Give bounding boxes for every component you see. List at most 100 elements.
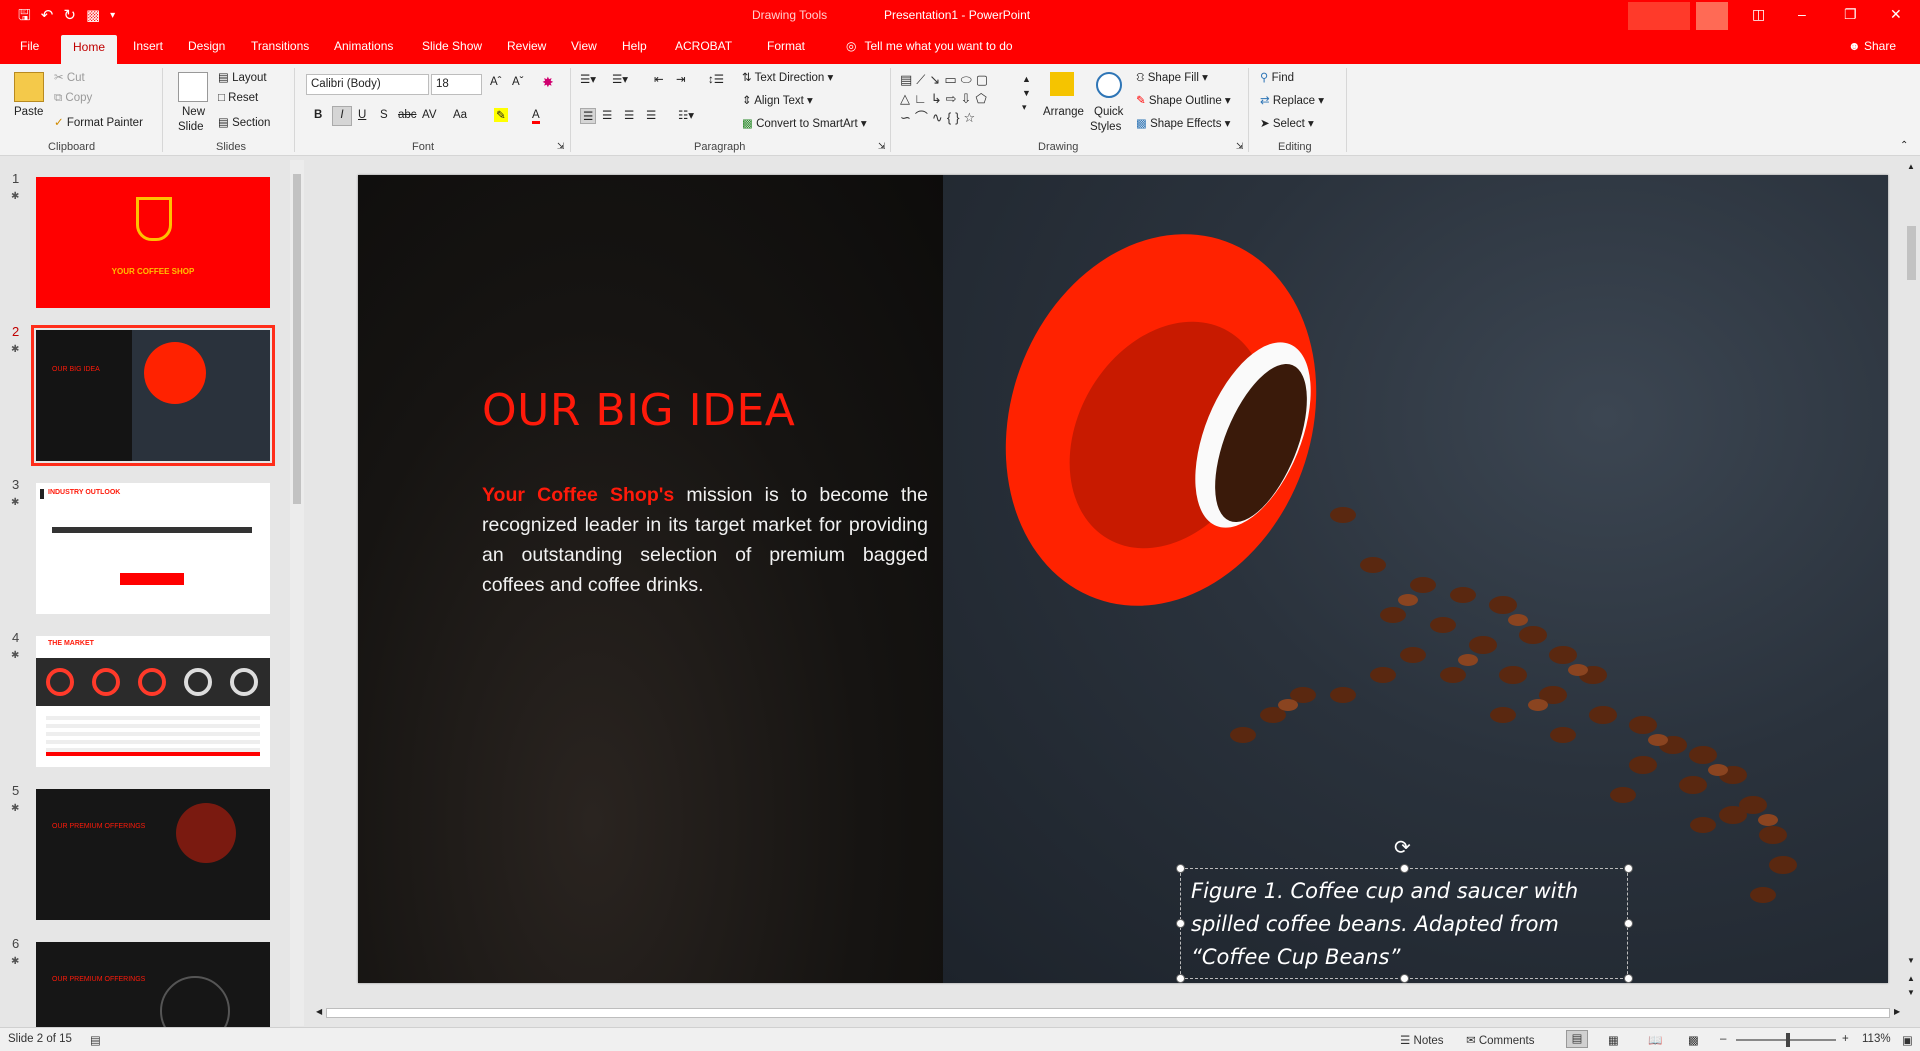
zoom-level[interactable]: 113%: [1862, 1033, 1891, 1045]
font-dialog-launcher-icon[interactable]: ⇲: [557, 141, 565, 152]
new-slide-icon[interactable]: [178, 72, 208, 102]
thumbnails-scrollbar[interactable]: [290, 160, 304, 1026]
underline-button[interactable]: U: [358, 109, 366, 121]
slide-body-text[interactable]: Your Coffee Shop's mission is to become …: [482, 480, 928, 600]
resize-handle[interactable]: [1176, 974, 1185, 983]
tab-insert[interactable]: Insert: [133, 39, 163, 53]
coffee-photo[interactable]: [943, 175, 1888, 983]
section-button[interactable]: ▤ Section: [218, 115, 270, 129]
tab-design[interactable]: Design: [188, 39, 225, 53]
convert-smartart-button[interactable]: ▩ Convert to SmartArt ▾: [742, 116, 867, 130]
zoom-slider-thumb[interactable]: [1786, 1033, 1790, 1047]
account-area[interactable]: [1628, 2, 1690, 30]
down-arrow-shape-icon[interactable]: ⇩: [961, 91, 976, 106]
rounded-rect-shape-icon[interactable]: ▢: [976, 72, 992, 87]
align-text-button[interactable]: ⇕ Align Text ▾: [742, 93, 813, 107]
right-arrow-shape-icon[interactable]: ⇨: [946, 91, 961, 106]
justify-icon[interactable]: ☰: [646, 108, 656, 122]
highlight-icon[interactable]: ✎: [494, 108, 508, 122]
tab-help[interactable]: Help: [622, 39, 647, 53]
quick-styles-label-2[interactable]: Styles: [1090, 121, 1121, 133]
previous-slide-icon[interactable]: ▲: [1907, 974, 1915, 983]
tab-acrobat[interactable]: ACROBAT: [675, 39, 732, 53]
replace-button[interactable]: ⇄ Replace ▾: [1260, 93, 1324, 107]
slide-thumbnail-4[interactable]: THE MARKET: [36, 636, 270, 767]
canvas-scroll-thumb[interactable]: [1907, 226, 1916, 280]
slide-title[interactable]: OUR BIG IDEA: [482, 385, 795, 436]
slide-thumbnail-6[interactable]: OUR PREMIUM OFFERINGS: [36, 942, 270, 1027]
quick-styles-label-1[interactable]: Quick: [1094, 106, 1123, 118]
spelling-check-icon[interactable]: ▤: [90, 1033, 101, 1047]
tab-file[interactable]: File: [20, 39, 39, 53]
comments-button[interactable]: ✉ Comments: [1466, 1033, 1534, 1047]
bullets-icon[interactable]: ☰▾: [580, 72, 596, 86]
connector-shape-icon[interactable]: ∟: [914, 91, 931, 106]
caption-textbox[interactable]: Figure 1. Coffee cup and saucer with spi…: [1176, 864, 1633, 983]
arrange-icon[interactable]: [1050, 72, 1074, 96]
copy-button[interactable]: ⧉ Copy: [54, 92, 92, 105]
strikethrough-button[interactable]: abc: [398, 109, 417, 121]
drawing-dialog-launcher-icon[interactable]: ⇲: [1236, 141, 1244, 152]
slide-thumbnail-5[interactable]: OUR PREMIUM OFFERINGS: [36, 789, 270, 920]
layout-button[interactable]: ▤ Layout: [218, 70, 267, 84]
shapes-gallery[interactable]: ▤⟋↘▭⬭▢ △∟↳⇨⇩⬠ ∽⌒∿{}☆: [900, 70, 1038, 134]
arrow-line-shape-icon[interactable]: ↘: [929, 72, 944, 87]
tab-review[interactable]: Review: [507, 39, 546, 53]
horizontal-scroll-thumb[interactable]: [326, 1008, 1890, 1018]
shadow-button[interactable]: S: [380, 109, 388, 121]
new-slide-label-2[interactable]: Slide: [178, 121, 204, 133]
shapes-more-icon[interactable]: ▲ ▼ ▾: [1022, 72, 1031, 114]
oval-shape-icon[interactable]: ⬭: [961, 72, 976, 87]
restore-icon[interactable]: ❐: [1844, 6, 1857, 23]
triangle-shape-icon[interactable]: △: [900, 91, 914, 106]
shape-outline-button[interactable]: ✎ Shape Outline ▾: [1136, 93, 1231, 107]
zoom-in-icon[interactable]: +: [1842, 1033, 1849, 1045]
align-right-icon[interactable]: ☰: [624, 108, 634, 122]
resize-handle[interactable]: [1624, 974, 1633, 983]
canvas-vertical-scrollbar[interactable]: ▲ ▼ ▲ ▼: [1904, 160, 1918, 1000]
reading-view-icon[interactable]: 📖: [1648, 1033, 1662, 1047]
new-slide-label[interactable]: New: [182, 106, 205, 118]
collapse-ribbon-icon[interactable]: ⌃: [1900, 140, 1908, 151]
italic-button[interactable]: I: [332, 106, 352, 126]
tab-transitions[interactable]: Transitions: [251, 39, 309, 53]
find-button[interactable]: ⚲ Find: [1260, 70, 1294, 84]
slide-thumbnail-1[interactable]: YOUR COFFEE SHOP: [36, 177, 270, 308]
rectangle-shape-icon[interactable]: ▭: [944, 72, 960, 87]
font-name-combo[interactable]: Calibri (Body): [306, 74, 429, 95]
resize-handle[interactable]: [1624, 864, 1633, 873]
font-size-combo[interactable]: 18: [431, 74, 482, 95]
save-icon[interactable]: 🖫: [18, 6, 31, 26]
text-direction-button[interactable]: ⇅ Text Direction ▾: [742, 70, 833, 84]
align-left-icon[interactable]: ☰: [580, 108, 597, 124]
clear-formatting-icon[interactable]: ✸: [542, 74, 554, 91]
freeform-shape-icon[interactable]: ∿: [932, 110, 947, 125]
numbering-icon[interactable]: ☰▾: [612, 72, 628, 86]
canvas-horizontal-scrollbar[interactable]: ◀ ▶: [314, 1005, 1904, 1021]
quick-styles-icon[interactable]: [1096, 72, 1122, 98]
scroll-up-icon[interactable]: ▲: [1907, 162, 1915, 171]
notes-button[interactable]: ☰ Notes: [1400, 1033, 1444, 1047]
star-shape-icon[interactable]: ☆: [964, 110, 980, 125]
resize-handle[interactable]: [1400, 864, 1409, 873]
slide-show-icon[interactable]: ▩: [1688, 1033, 1699, 1047]
rotate-handle-icon[interactable]: ⟳: [1394, 835, 1411, 860]
present-icon[interactable]: ▩: [86, 6, 100, 26]
resize-handle[interactable]: [1176, 919, 1185, 928]
align-center-icon[interactable]: ☰: [602, 108, 612, 122]
brace-shape-icon[interactable]: {: [947, 110, 955, 125]
shape-fill-button[interactable]: ⛻ Shape Fill ▾: [1136, 70, 1208, 86]
brace-right-shape-icon[interactable]: }: [955, 110, 963, 125]
customize-icon[interactable]: ▾: [110, 6, 115, 26]
resize-handle[interactable]: [1400, 974, 1409, 983]
grow-font-icon[interactable]: Aˆ: [490, 76, 502, 88]
reset-button[interactable]: □ Reset: [218, 92, 258, 104]
shrink-font-icon[interactable]: Aˇ: [512, 76, 524, 88]
line-spacing-icon[interactable]: ↕☰: [708, 72, 724, 86]
minimize-icon[interactable]: –: [1798, 6, 1806, 22]
next-slide-icon[interactable]: ▼: [1907, 988, 1915, 997]
paragraph-dialog-launcher-icon[interactable]: ⇲: [878, 141, 886, 152]
tab-view[interactable]: View: [571, 39, 597, 53]
thumbnails-scroll-thumb[interactable]: [293, 174, 301, 504]
select-button[interactable]: ➤ Select ▾: [1260, 116, 1314, 130]
